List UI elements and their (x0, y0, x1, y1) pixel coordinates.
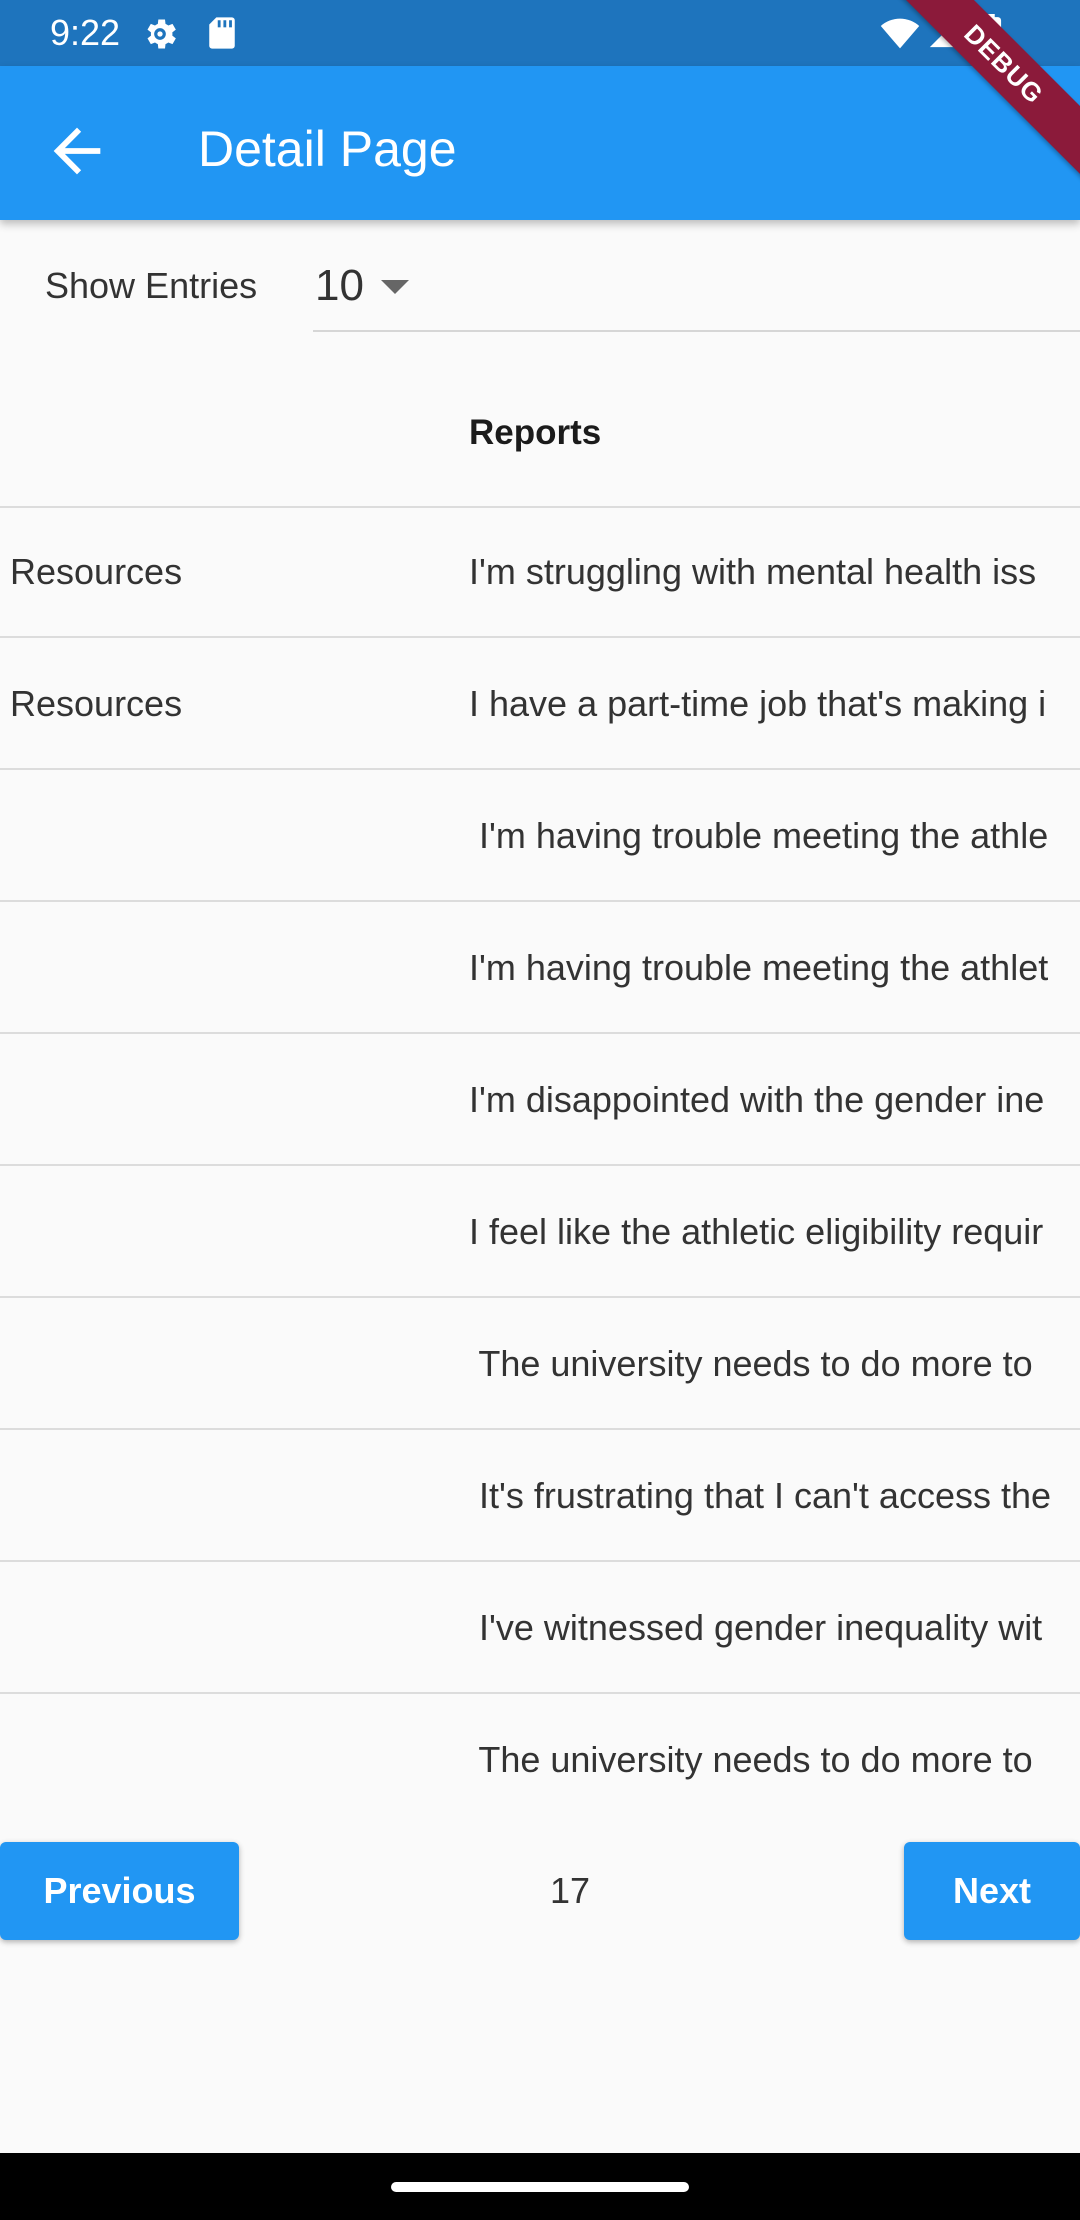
page-title: Detail Page (198, 121, 457, 177)
report-cell: It's frustrating that I can't access the (469, 1475, 1052, 1516)
table-body: Resources I'm struggling with mental hea… (0, 506, 1080, 1824)
sd-card-icon (209, 17, 235, 49)
category-cell: Resources (10, 683, 183, 724)
report-cell: I'm having trouble meeting the athlet (469, 947, 1049, 988)
table-row[interactable]: The university needs to do more to (0, 1298, 1080, 1430)
table-row[interactable]: I've witnessed gender inequality wit (0, 1562, 1080, 1694)
previous-button[interactable]: Previous (0, 1842, 239, 1940)
next-button[interactable]: Next (904, 1842, 1080, 1940)
table-row[interactable]: I'm having trouble meeting the athlet (0, 902, 1080, 1034)
report-cell: I'm having trouble meeting the athle (469, 815, 1049, 856)
report-cell: The university needs to do more to (469, 1343, 1033, 1384)
home-gesture-handle[interactable] (391, 2182, 689, 2192)
table-row[interactable]: It's frustrating that I can't access the (0, 1430, 1080, 1562)
report-cell: I have a part-time job that's making i (469, 683, 1047, 724)
show-entries-label: Show Entries (45, 265, 258, 306)
page-number: 17 (549, 1870, 591, 1911)
report-cell: I feel like the athletic eligibility req… (469, 1211, 1044, 1252)
table-row[interactable]: Resources I have a part-time job that's … (0, 638, 1080, 770)
system-navigation-bar (0, 2153, 1080, 2220)
wifi-icon (880, 18, 920, 49)
table-row[interactable]: I feel like the athletic eligibility req… (0, 1166, 1080, 1298)
report-cell: The university needs to do more to (469, 1739, 1033, 1780)
column-header-reports: Reports (469, 413, 602, 452)
report-cell: I'm disappointed with the gender ine (469, 1079, 1045, 1120)
app-bar: Detail Page (0, 66, 1080, 220)
table-row[interactable]: I'm having trouble meeting the athle (0, 770, 1080, 902)
entries-dropdown[interactable]: 10 (313, 250, 1080, 332)
settings-gear-icon (147, 19, 176, 49)
category-cell: Resources (10, 551, 183, 592)
dropdown-arrow-icon (381, 280, 409, 294)
table-row[interactable]: I'm disappointed with the gender ine (0, 1034, 1080, 1166)
status-time: 9:22 (50, 12, 121, 53)
back-arrow-icon[interactable] (42, 116, 112, 186)
table-row[interactable]: The university needs to do more to (0, 1694, 1080, 1824)
report-cell: I'm struggling with mental health iss (469, 551, 1037, 592)
report-cell: I've witnessed gender inequality wit (469, 1607, 1043, 1648)
table-row[interactable]: Resources I'm struggling with mental hea… (0, 506, 1080, 638)
table-header: Reports (0, 380, 1080, 508)
entries-dropdown-value: 10 (315, 261, 364, 310)
